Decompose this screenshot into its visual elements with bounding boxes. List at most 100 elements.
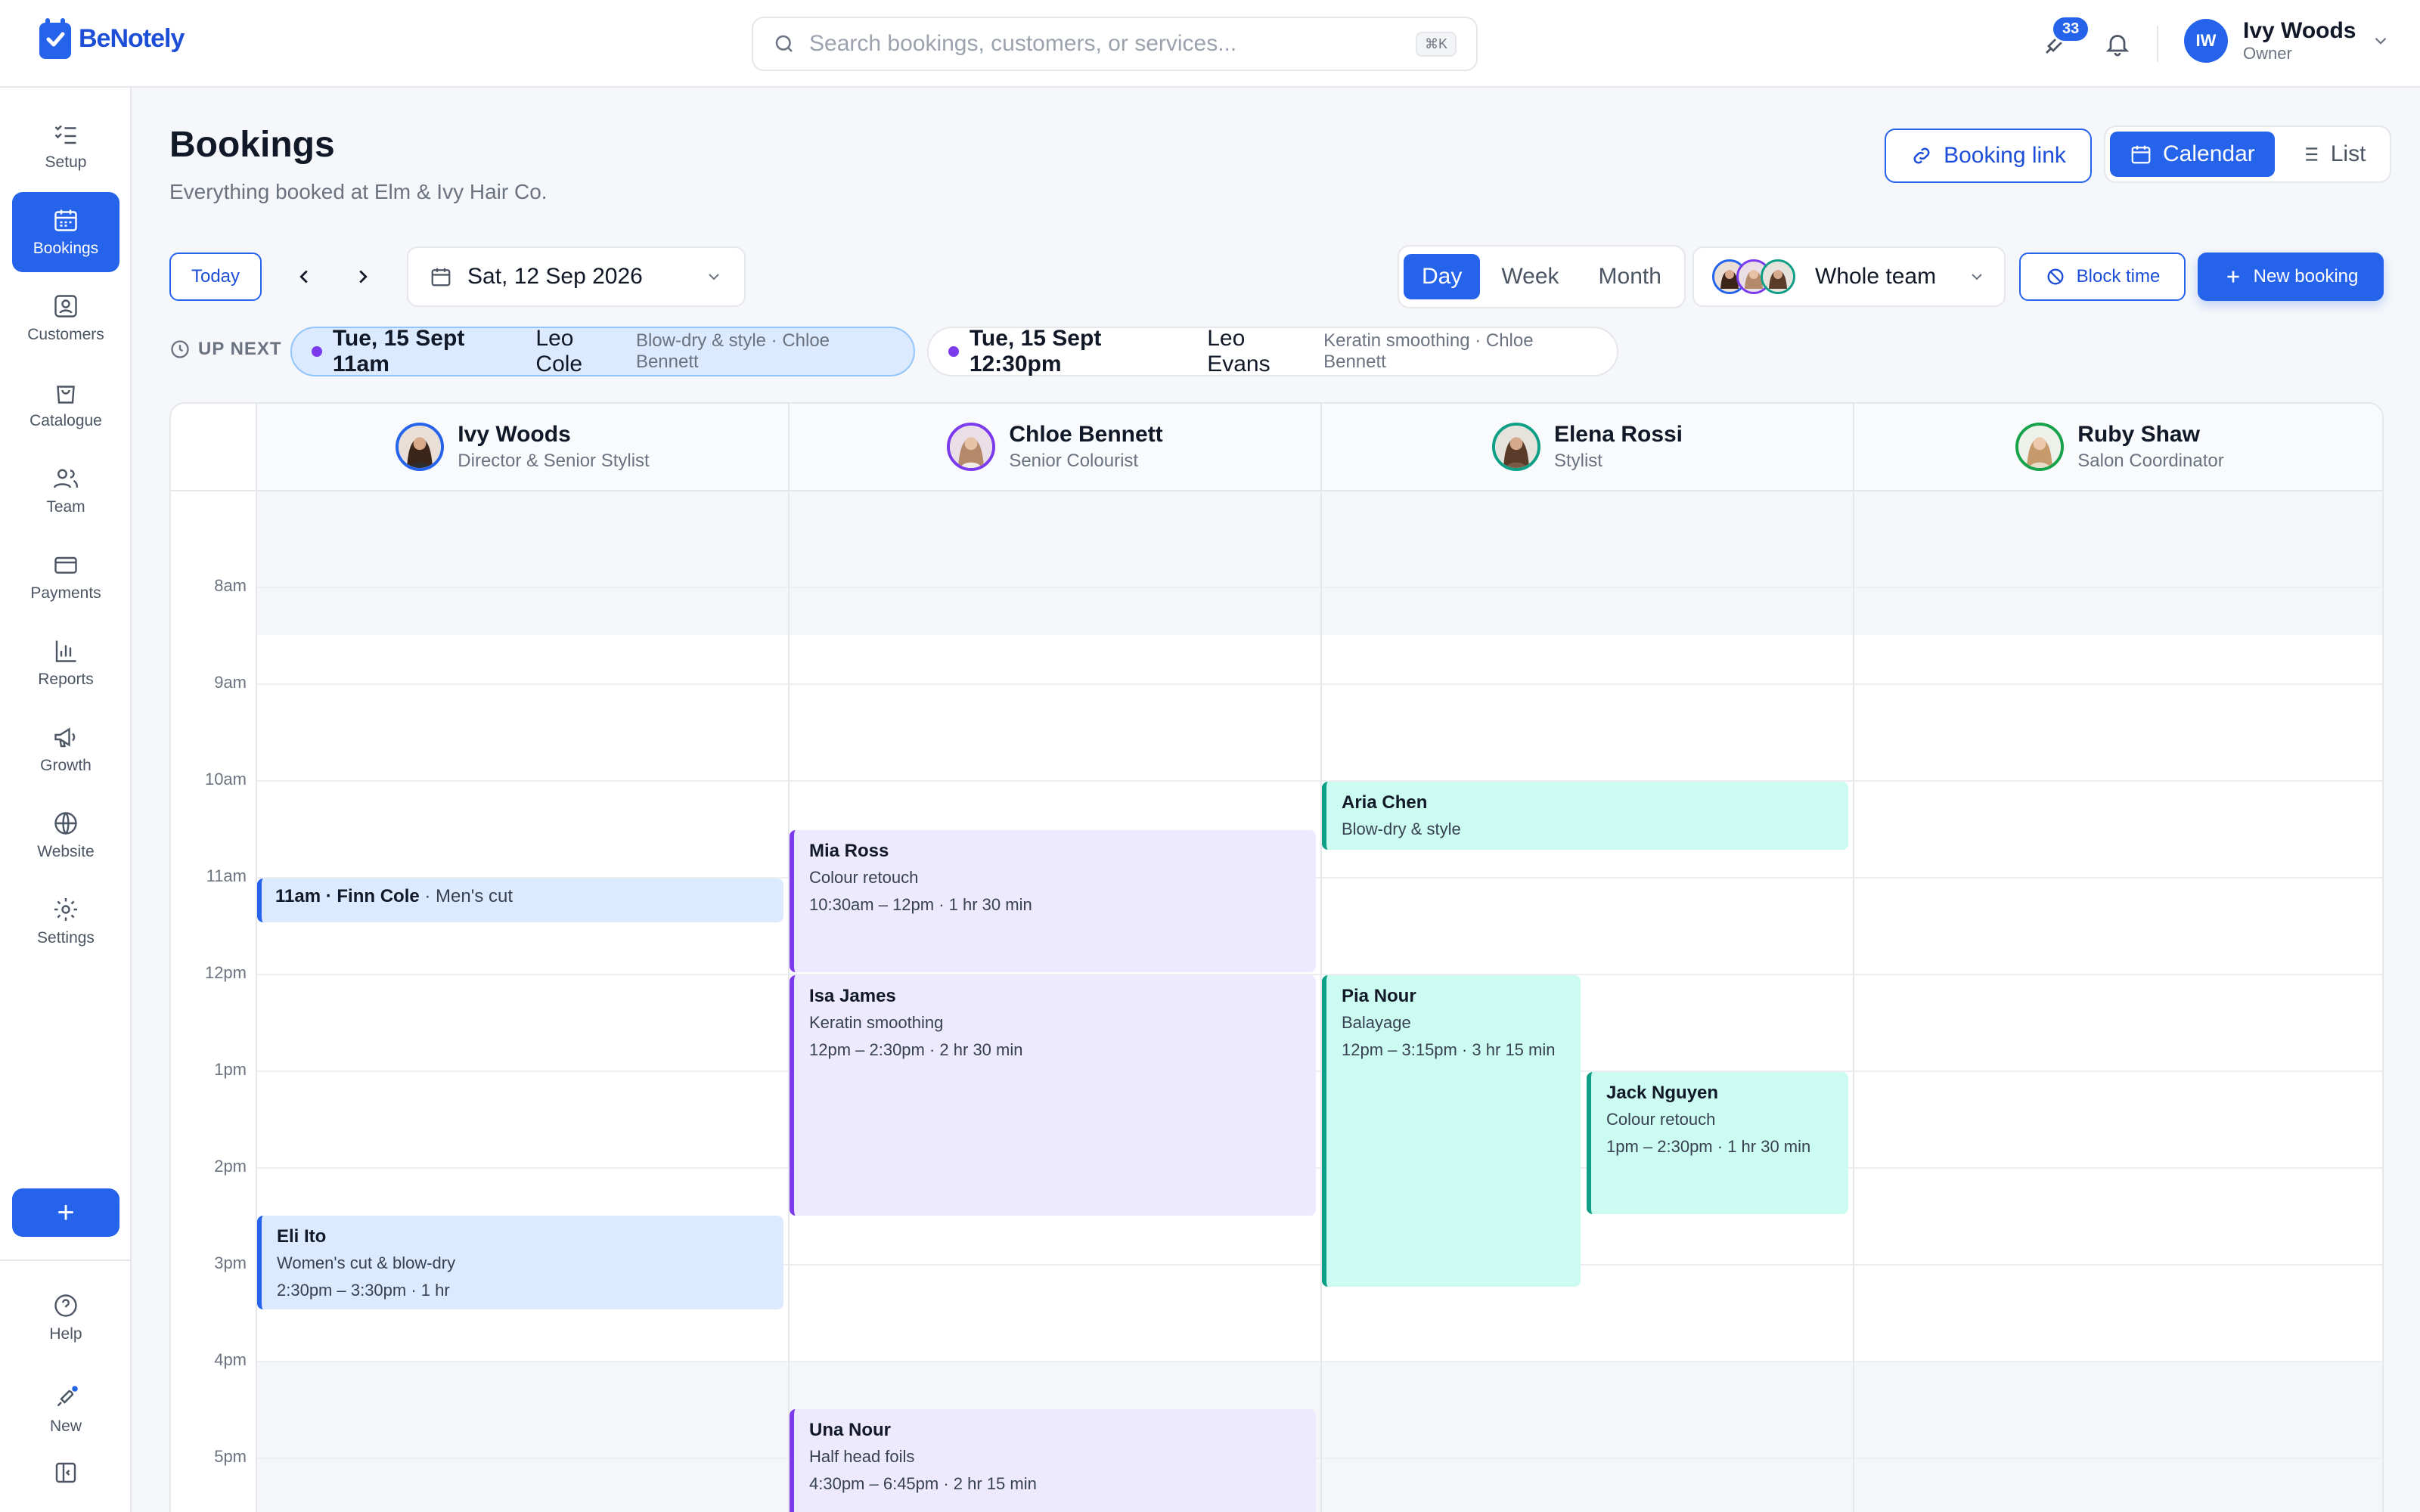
today-button[interactable]: Today (169, 253, 262, 301)
list-view-button[interactable]: List (2278, 132, 2386, 177)
search-bar[interactable]: ⌘K (752, 17, 1478, 71)
quick-add-button[interactable]: + (12, 1188, 119, 1237)
block-time-button[interactable]: Block time (2019, 253, 2186, 301)
sidebar-item-settings[interactable]: Settings (12, 881, 119, 962)
column-divider (256, 404, 257, 1512)
booking-event[interactable]: Jack Nguyen Colour retouch 1pm – 2:30pm … (1587, 1072, 1848, 1214)
sidebar-item-growth[interactable]: Growth (12, 709, 119, 789)
staff-role: Stylist (1553, 451, 1602, 471)
sidebar-item-label: Setup (45, 153, 87, 171)
hour-label: 8am (214, 576, 247, 595)
checklist-icon (54, 125, 76, 144)
staff-avatar (396, 423, 445, 471)
user-avatar: IW (2184, 19, 2228, 63)
up-next-chip[interactable]: Tue, 15 Sept 11am Leo Cole Blow-dry & st… (290, 326, 915, 376)
hour-gridline (256, 974, 2382, 975)
card-icon (54, 556, 77, 574)
page-title: Bookings (169, 125, 335, 165)
week-view-button[interactable]: Week (1483, 254, 1577, 299)
header-divider (2157, 26, 2158, 62)
sidebar-item-customers[interactable]: Customers (12, 278, 119, 358)
team-filter-value: Whole team (1815, 264, 1937, 289)
calendar-view-label: Calendar (2163, 141, 2255, 166)
plus-icon (2227, 271, 2239, 283)
staff-column-header[interactable]: Elena Rossi Stylist (1320, 404, 1853, 490)
app-logo[interactable]: BeNotely (38, 17, 185, 60)
sidebar-item-label: Bookings (33, 240, 99, 257)
team-avatars (1712, 259, 1795, 294)
booking-event[interactable]: Una Nour Half head foils 4:30pm – 6:45pm… (790, 1409, 1316, 1512)
sidebar-item-catalogue[interactable]: Catalogue (12, 364, 119, 445)
booking-customer: Aria Chen (1342, 792, 1428, 813)
closed-hours-block (256, 491, 2382, 635)
sidebar-item-reports[interactable]: Reports (12, 623, 119, 703)
hour-label: 2pm (214, 1157, 247, 1176)
sidebar-item-payments[interactable]: Payments (12, 537, 119, 617)
booking-event[interactable]: Eli Ito Women's cut & blow-dry 2:30pm – … (257, 1216, 783, 1309)
day-view-button[interactable]: Day (1404, 254, 1481, 299)
booking-event[interactable]: Aria Chen Blow-dry & style (1322, 782, 1848, 850)
booking-customer: Eli Ito (277, 1226, 327, 1247)
staff-avatar (1491, 423, 1540, 471)
staff-column-header[interactable]: Chloe Bennett Senior Colourist (788, 404, 1320, 490)
booking-link-label: Booking link (1944, 143, 2066, 168)
hour-label: 1pm (214, 1060, 247, 1079)
month-view-button[interactable]: Month (1581, 254, 1680, 299)
sidebar-item-bookings[interactable]: Bookings (12, 192, 119, 272)
team-icon (53, 469, 79, 488)
date-picker[interactable]: Sat, 12 Sep 2026 (407, 246, 746, 307)
chevron-down-icon (2375, 37, 2387, 45)
booking-service: · Men's cut (419, 886, 513, 906)
sidebar-item-team[interactable]: Team (12, 451, 119, 531)
sidebar-item-new[interactable]: New (12, 1370, 119, 1450)
booking-service: Colour retouch (1606, 1110, 1716, 1129)
booking-customer: Isa James (809, 986, 896, 1006)
collapse-sidebar-button[interactable] (12, 1448, 119, 1497)
sidebar-item-website[interactable]: Website (12, 795, 119, 875)
booking-service: Balayage (1342, 1013, 1411, 1032)
rocket-icon (57, 1386, 78, 1407)
up-next-time: Tue, 15 Sept 11am (332, 326, 465, 376)
booking-service: Women's cut & blow-dry (277, 1253, 456, 1272)
team-filter-select[interactable]: Whole team (1692, 246, 2006, 307)
up-next-time: Tue, 15 Sept 12:30pm (969, 326, 1102, 376)
booking-event[interactable]: 11am · Finn Cole · Men's cut (257, 878, 783, 922)
list-view-label: List (2330, 141, 2366, 166)
sidebar-item-label: Catalogue (29, 412, 102, 429)
booking-time: 2:30pm – 3:30pm · 1 hr (277, 1281, 450, 1300)
new-booking-button[interactable]: New booking (2198, 253, 2384, 301)
staff-column-header[interactable]: Ivy Woods Director & Senior Stylist (256, 404, 788, 490)
booking-customer: Pia Nour (1342, 986, 1416, 1006)
booking-customer: Finn Cole (337, 886, 420, 906)
staff-avatar (2015, 423, 2065, 471)
bell-icon[interactable] (2101, 27, 2134, 60)
sidebar-item-label: Customers (27, 326, 104, 343)
sidebar-item-setup[interactable]: Setup (12, 106, 119, 186)
booking-service: Keratin smoothing (809, 1013, 944, 1032)
user-menu[interactable]: IW Ivy Woods Owner (2184, 18, 2391, 64)
booking-time: 11am · (275, 886, 337, 906)
next-day-button[interactable] (346, 260, 380, 293)
hour-label: 9am (214, 673, 247, 692)
up-next-meta: Blow-dry & style · Chloe Bennett (635, 330, 830, 372)
booking-time: 12pm – 2:30pm · 2 hr 30 min (809, 1040, 1023, 1059)
sidebar-item-label: Website (37, 843, 95, 860)
calendar-view-button[interactable]: Calendar (2110, 132, 2275, 177)
sidebar-item-help[interactable]: Help (12, 1278, 119, 1358)
calendar-icon (54, 209, 77, 231)
top-bar: BeNotely ⌘K 33 IW Ivy Woods Owner (0, 0, 2420, 88)
booking-event[interactable]: Isa James Keratin smoothing 12pm – 2:30p… (790, 975, 1316, 1216)
previous-day-button[interactable] (287, 260, 321, 293)
sidebar-item-label: New (49, 1418, 82, 1435)
staff-column-header[interactable]: Ruby Shaw Salon Coordinator (1853, 404, 2382, 490)
search-input[interactable] (809, 31, 1402, 57)
chart-icon (55, 640, 76, 662)
booking-link-button[interactable]: Booking link (1885, 129, 2092, 183)
up-next-chip[interactable]: Tue, 15 Sept 12:30pm Leo Evans Keratin s… (927, 326, 1618, 376)
booking-event[interactable]: Pia Nour Balayage 12pm – 3:15pm · 3 hr 1… (1322, 975, 1581, 1287)
hour-gridline (256, 1458, 2382, 1459)
booking-event[interactable]: Mia Ross Colour retouch 10:30am – 12pm ·… (790, 830, 1316, 972)
search-icon (775, 35, 793, 52)
search-shortcut: ⌘K (1415, 31, 1457, 57)
booking-service: Colour retouch (809, 868, 919, 887)
